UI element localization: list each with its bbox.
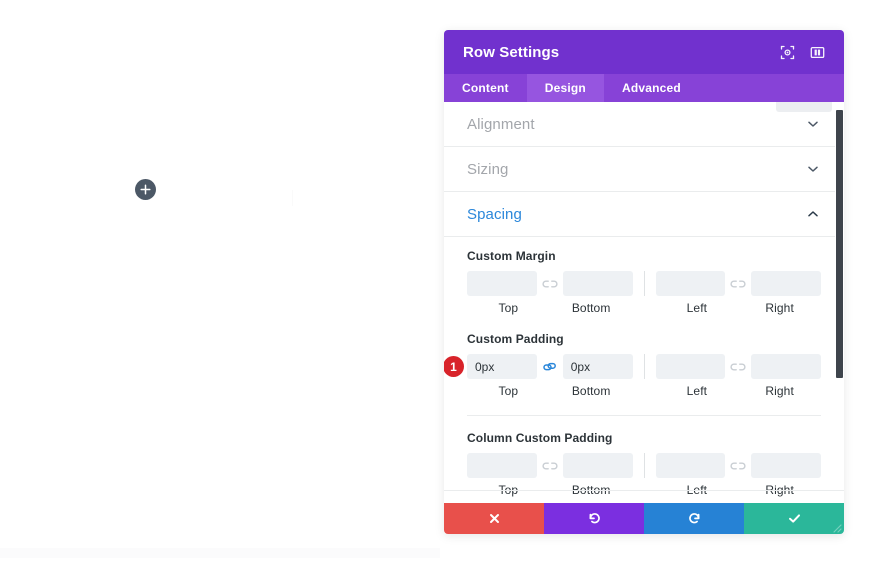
modal-header: Row Settings <box>444 30 844 74</box>
custom-margin-group: Custom Margin Top Bottom Left Right <box>467 249 821 315</box>
scrollbar-thumb[interactable] <box>836 110 843 378</box>
field-divider <box>643 271 645 296</box>
tab-design[interactable]: Design <box>526 74 604 102</box>
link-broken-icon[interactable] <box>725 460 751 472</box>
plus-icon <box>140 184 151 195</box>
settings-sections: Alignment Sizing Spacing Custom Margin T… <box>444 102 844 503</box>
link-broken-icon[interactable] <box>725 278 751 290</box>
sublabel-top: Top <box>498 384 519 398</box>
sublabel-left: Left <box>686 301 708 315</box>
field-divider <box>643 354 645 379</box>
custom-margin-label: Custom Margin <box>467 249 556 263</box>
custom-padding-inputs: 1 <box>444 354 821 379</box>
custom-padding-left-input[interactable] <box>655 354 726 379</box>
custom-padding-sublabels: Top Bottom Left Right <box>467 384 821 398</box>
column-custom-padding-bottom-input[interactable] <box>562 453 633 478</box>
custom-margin-left-input[interactable] <box>655 271 726 296</box>
chevron-up-icon <box>806 207 820 221</box>
cancel-button[interactable] <box>444 503 544 534</box>
section-spacing-label: Spacing <box>467 205 522 223</box>
close-icon <box>488 512 501 525</box>
section-spacing[interactable]: Spacing <box>444 192 844 237</box>
custom-padding-group: Custom Padding 1 0px 0px Top Bottom Left… <box>444 332 821 398</box>
bottom-divider <box>444 490 844 491</box>
modal-tabs: Content Design Advanced <box>444 74 844 102</box>
column-custom-padding-top-input[interactable] <box>467 453 537 478</box>
column-custom-padding-left-input[interactable] <box>655 453 726 478</box>
canvas-faint-row-placeholder <box>0 548 440 558</box>
chevron-down-icon <box>806 117 820 131</box>
section-alignment-label: Alignment <box>467 115 535 133</box>
link-connected-icon[interactable] <box>537 361 563 373</box>
checkmark-icon <box>787 511 802 526</box>
tab-content[interactable]: Content <box>444 74 527 102</box>
resize-handle[interactable] <box>830 521 842 533</box>
target-icon[interactable] <box>779 44 795 60</box>
layout-panel-icon[interactable] <box>809 44 825 60</box>
link-broken-icon[interactable] <box>537 278 563 290</box>
link-broken-icon[interactable] <box>725 361 751 373</box>
page-title: Row Settings <box>463 43 560 61</box>
custom-padding-label: Custom Padding <box>467 332 564 346</box>
redo-icon <box>687 511 702 526</box>
sublabel-right: Right <box>765 384 794 398</box>
sublabel-right: Right <box>765 301 794 315</box>
redo-button[interactable] <box>644 503 744 534</box>
column-custom-padding-right-input[interactable] <box>751 453 821 478</box>
sublabel-top: Top <box>498 301 519 315</box>
undo-icon <box>587 511 602 526</box>
sublabel-left: Left <box>686 384 708 398</box>
custom-padding-bottom-input[interactable] <box>562 354 633 379</box>
search-field-partial[interactable] <box>776 102 832 112</box>
status-badge: 1 <box>444 356 464 377</box>
column-custom-padding-inputs <box>467 453 821 478</box>
custom-padding-right-input[interactable] <box>751 354 821 379</box>
chevron-down-icon <box>806 162 820 176</box>
custom-margin-sublabels: Top Bottom Left Right <box>467 301 821 315</box>
vertical-scrollbar[interactable] <box>835 102 844 503</box>
spacing-panel: Custom Margin Top Bottom Left Right Cust… <box>444 237 844 503</box>
save-button[interactable] <box>744 503 844 534</box>
column-custom-padding-group: Column Custom Padding Top Bottom Left Ri… <box>467 431 821 497</box>
section-sizing-label: Sizing <box>467 160 509 178</box>
row-settings-modal: Row Settings Content Design Advanced Ali… <box>444 30 844 534</box>
undo-button[interactable] <box>544 503 644 534</box>
add-row-button[interactable] <box>135 179 156 200</box>
canvas-faint-column-placeholder <box>292 190 293 206</box>
sublabel-bottom: Bottom <box>571 301 611 315</box>
custom-margin-bottom-input[interactable] <box>562 271 633 296</box>
sublabel-bottom: Bottom <box>571 384 611 398</box>
custom-margin-right-input[interactable] <box>751 271 821 296</box>
tab-advanced[interactable]: Advanced <box>604 74 699 102</box>
modal-body: Alignment Sizing Spacing Custom Margin T… <box>444 102 844 503</box>
section-sizing[interactable]: Sizing <box>444 147 844 192</box>
field-divider <box>643 453 645 478</box>
modal-footer <box>444 503 844 534</box>
custom-margin-top-input[interactable] <box>467 271 537 296</box>
custom-padding-top-input[interactable] <box>467 354 537 379</box>
custom-margin-inputs <box>467 271 821 296</box>
modal-header-icons <box>779 44 825 60</box>
link-broken-icon[interactable] <box>537 460 563 472</box>
divider <box>467 415 821 416</box>
column-custom-padding-label: Column Custom Padding <box>467 431 613 445</box>
